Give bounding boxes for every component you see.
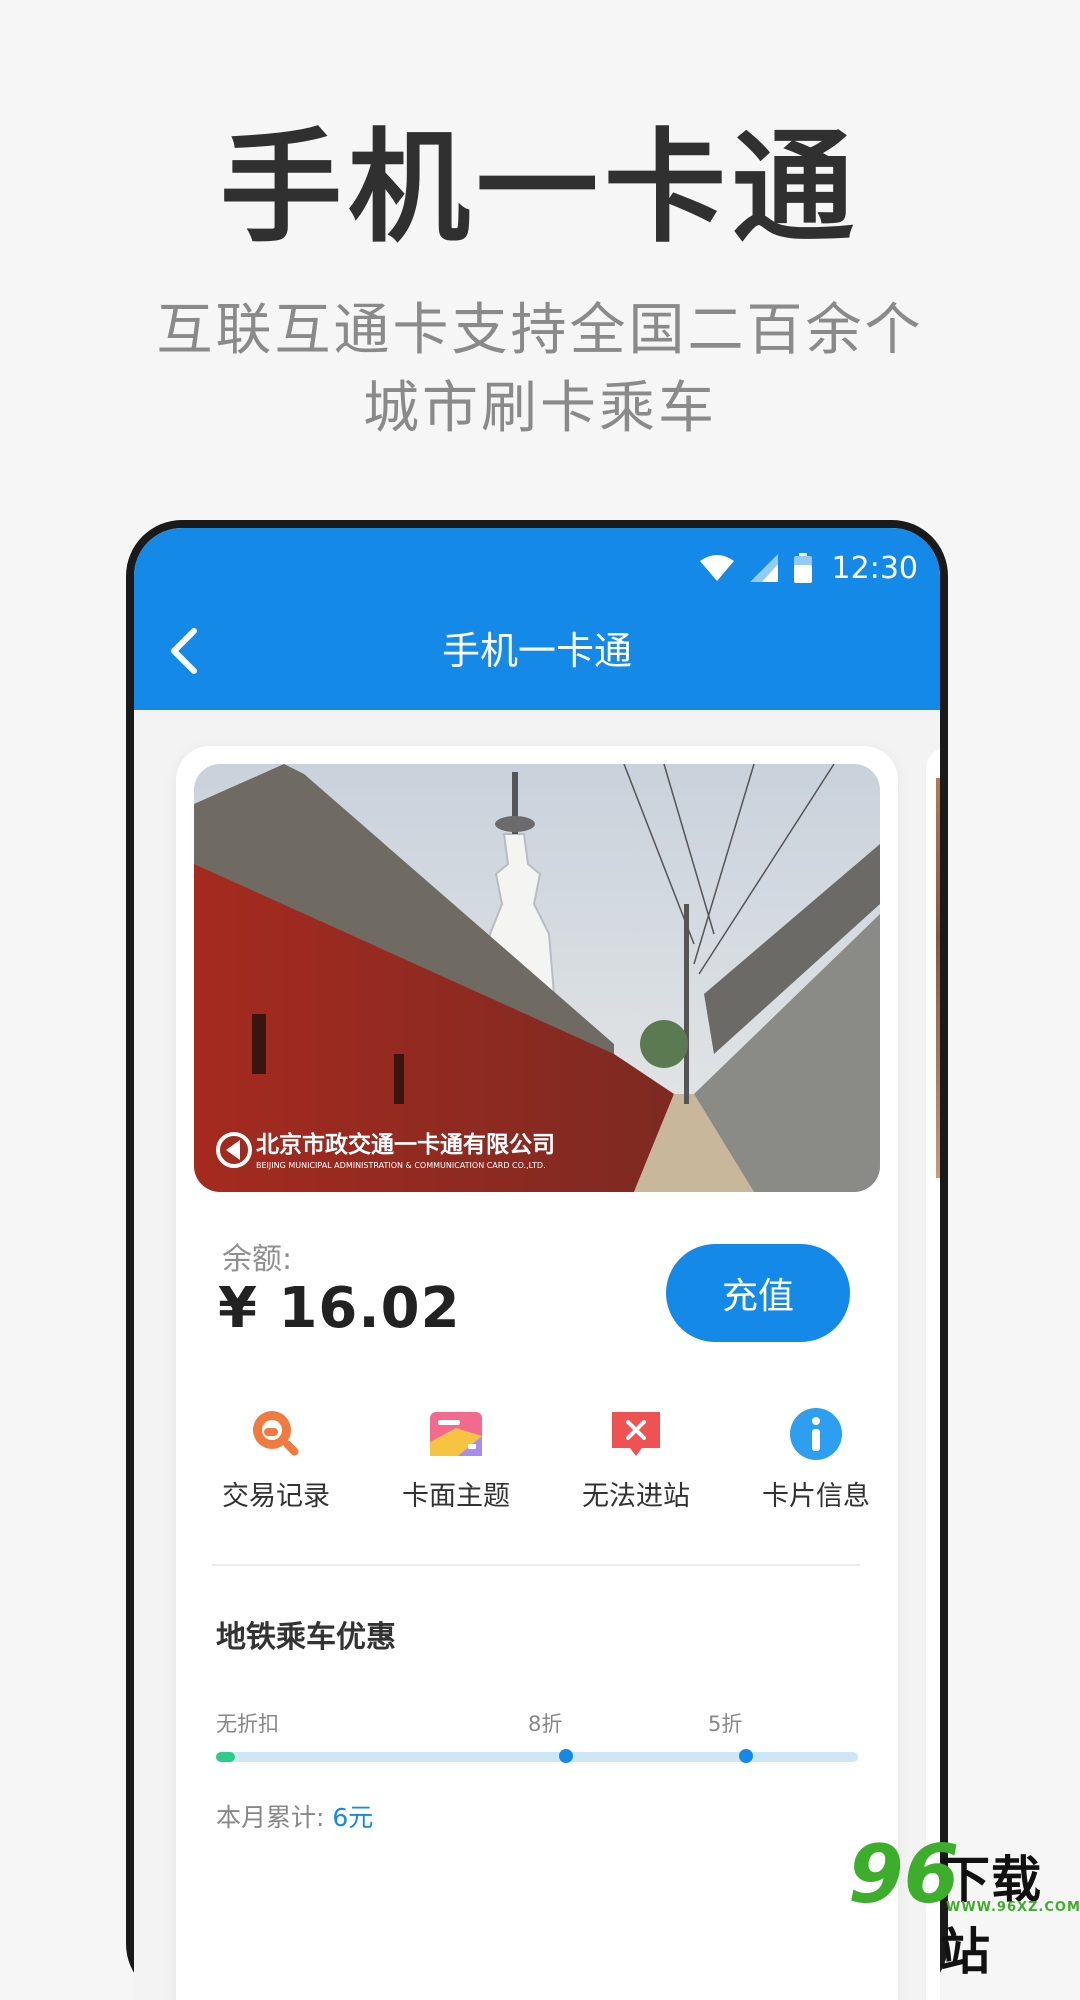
action-transaction-records[interactable]: 交易记录 bbox=[186, 1406, 366, 1516]
tick-50-off: 5折 bbox=[708, 1712, 743, 1736]
action-label: 卡面主题 bbox=[402, 1481, 510, 1512]
wifi-icon bbox=[699, 555, 734, 581]
card-issuer-cn: 北京市政交通一卡通有限公司 bbox=[256, 1131, 555, 1158]
info-icon bbox=[788, 1406, 844, 1462]
tick-marker-20-off bbox=[558, 1749, 573, 1763]
phone-screen: 12:30 手机一卡通 北京市政交通一卡通有限公司 BEIJING MUNICI… bbox=[134, 528, 940, 2000]
action-cannot-enter[interactable]: 无法进站 bbox=[546, 1406, 726, 1516]
discount-title: 地铁乘车优惠 bbox=[216, 1620, 396, 1655]
transit-card-panel: 北京市政交通一卡通有限公司 BEIJING MUNICIPAL ADMINIST… bbox=[176, 746, 898, 2000]
search-icon bbox=[248, 1406, 304, 1462]
tick-marker-50-off bbox=[738, 1749, 753, 1763]
phone-frame: 12:30 手机一卡通 北京市政交通一卡通有限公司 BEIJING MUNICI… bbox=[126, 520, 948, 2000]
hero-title: 手机一卡通 bbox=[220, 117, 860, 259]
hero-subtitle: 互联互通卡支持全国二百余个 城市刷卡乘车 bbox=[0, 292, 1080, 448]
balance-value: ¥ 16.02 bbox=[218, 1276, 461, 1341]
discount-progress-fill bbox=[216, 1752, 236, 1762]
divider bbox=[212, 1564, 860, 1566]
card-theme-icon bbox=[428, 1406, 484, 1462]
status-bar: 12:30 bbox=[699, 548, 918, 588]
discount-progress-track bbox=[216, 1749, 858, 1763]
watermark-url: WWW.96XZ.COM bbox=[946, 1900, 1080, 1915]
month-total: 本月累计: 6元 bbox=[216, 1798, 373, 1834]
watermark-logo: 96 下载站 WWW.96XZ.COM bbox=[848, 1830, 1080, 1982]
signal-icon bbox=[749, 554, 778, 582]
recharge-button[interactable]: 充值 bbox=[666, 1244, 850, 1342]
tick-no-discount: 无折扣 bbox=[216, 1712, 279, 1736]
status-time: 12:30 bbox=[831, 550, 918, 586]
tick-20-off: 8折 bbox=[528, 1712, 563, 1736]
card-actions: 交易记录 卡面主题 无法进站 卡片信息 bbox=[186, 1406, 906, 1516]
next-card-preview[interactable] bbox=[926, 748, 940, 2000]
hero-subtitle-line1: 互联互通卡支持全国二百余个 bbox=[156, 298, 924, 363]
app-bar: 12:30 手机一卡通 bbox=[134, 528, 940, 710]
close-message-icon bbox=[608, 1406, 664, 1462]
action-card-info[interactable]: 卡片信息 bbox=[726, 1406, 906, 1516]
card-issuer-en: BEIJING MUNICIPAL ADMINISTRATION & COMMU… bbox=[256, 1161, 546, 1170]
card-face-image[interactable]: 北京市政交通一卡通有限公司 BEIJING MUNICIPAL ADMINIST… bbox=[194, 764, 880, 1192]
action-label: 无法进站 bbox=[582, 1481, 690, 1512]
balance-label: 余额: bbox=[222, 1242, 293, 1277]
action-label: 卡片信息 bbox=[762, 1481, 870, 1512]
action-card-theme[interactable]: 卡面主题 bbox=[366, 1406, 546, 1516]
action-label: 交易记录 bbox=[222, 1481, 330, 1512]
month-total-value: 6元 bbox=[332, 1803, 374, 1832]
hero-subtitle-line2: 城市刷卡乘车 bbox=[363, 376, 717, 441]
month-total-label: 本月累计: bbox=[216, 1803, 333, 1832]
app-bar-title: 手机一卡通 bbox=[441, 629, 632, 673]
battery-icon bbox=[793, 553, 812, 583]
